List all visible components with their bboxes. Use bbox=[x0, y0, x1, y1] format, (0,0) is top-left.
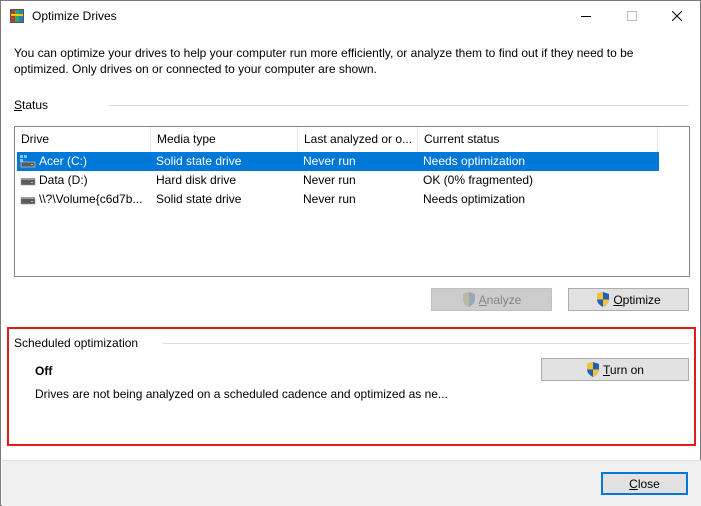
optimize-button[interactable]: Optimize bbox=[568, 288, 689, 311]
uac-shield-icon bbox=[462, 292, 475, 307]
status-divider bbox=[109, 105, 689, 106]
close-button[interactable]: Close bbox=[601, 472, 688, 495]
drive-name: Data (D:) bbox=[39, 173, 88, 187]
optimize-drives-window: Optimize Drives You can optimize your dr… bbox=[0, 0, 701, 506]
maximize-icon bbox=[627, 11, 637, 21]
maximize-button[interactable] bbox=[609, 1, 655, 31]
window-title: Optimize Drives bbox=[32, 9, 117, 23]
footer-bar bbox=[2, 460, 701, 506]
windows-drive-icon bbox=[20, 155, 36, 168]
column-header-last-analyzed[interactable]: Last analyzed or o... bbox=[298, 127, 418, 152]
uac-shield-icon bbox=[597, 292, 610, 307]
drive-name: Acer (C:) bbox=[39, 154, 87, 168]
scheduled-divider bbox=[163, 343, 689, 344]
status-label: Status bbox=[14, 98, 49, 112]
table-row[interactable]: Data (D:) Hard disk drive Never run OK (… bbox=[17, 171, 659, 190]
hard-drive-icon bbox=[20, 197, 36, 205]
column-header-media-type[interactable]: Media type bbox=[151, 127, 298, 152]
media-type: Solid state drive bbox=[156, 192, 242, 206]
table-row[interactable]: Acer (C:) Solid state drive Never run Ne… bbox=[17, 152, 659, 171]
schedule-description: Drives are not being analyzed on a sched… bbox=[35, 387, 448, 401]
schedule-state: Off bbox=[35, 364, 53, 378]
current-status: Needs optimization bbox=[423, 192, 526, 206]
column-header-current-status[interactable]: Current status bbox=[418, 127, 658, 152]
hard-drive-icon bbox=[20, 178, 36, 186]
intro-text: You can optimize your drives to help you… bbox=[14, 46, 634, 76]
scheduled-optimization-label: Scheduled optimization bbox=[14, 336, 139, 350]
list-header: Drive Media type Last analyzed or o... C… bbox=[15, 127, 689, 152]
drives-list[interactable]: Drive Media type Last analyzed or o... C… bbox=[14, 126, 690, 277]
close-icon bbox=[672, 11, 682, 21]
minimize-button[interactable] bbox=[563, 1, 609, 31]
drive-name: \\?\Volume{c6d7b... bbox=[39, 192, 143, 206]
last-analyzed: Never run bbox=[303, 154, 356, 168]
defrag-app-icon bbox=[10, 9, 24, 23]
media-type: Solid state drive bbox=[156, 154, 242, 168]
media-type: Hard disk drive bbox=[156, 173, 237, 187]
analyze-button[interactable]: Analyze bbox=[431, 288, 552, 311]
column-header-drive[interactable]: Drive bbox=[15, 127, 151, 152]
current-status: OK (0% fragmented) bbox=[423, 173, 534, 187]
uac-shield-icon bbox=[587, 362, 600, 377]
table-row[interactable]: \\?\Volume{c6d7b... Solid state drive Ne… bbox=[17, 190, 659, 209]
title-bar: Optimize Drives bbox=[1, 1, 700, 31]
minimize-icon bbox=[581, 16, 591, 17]
last-analyzed: Never run bbox=[303, 192, 356, 206]
current-status: Needs optimization bbox=[423, 154, 526, 168]
turn-on-button[interactable]: Turn on bbox=[541, 358, 689, 381]
last-analyzed: Never run bbox=[303, 173, 356, 187]
close-window-button[interactable] bbox=[654, 1, 700, 31]
